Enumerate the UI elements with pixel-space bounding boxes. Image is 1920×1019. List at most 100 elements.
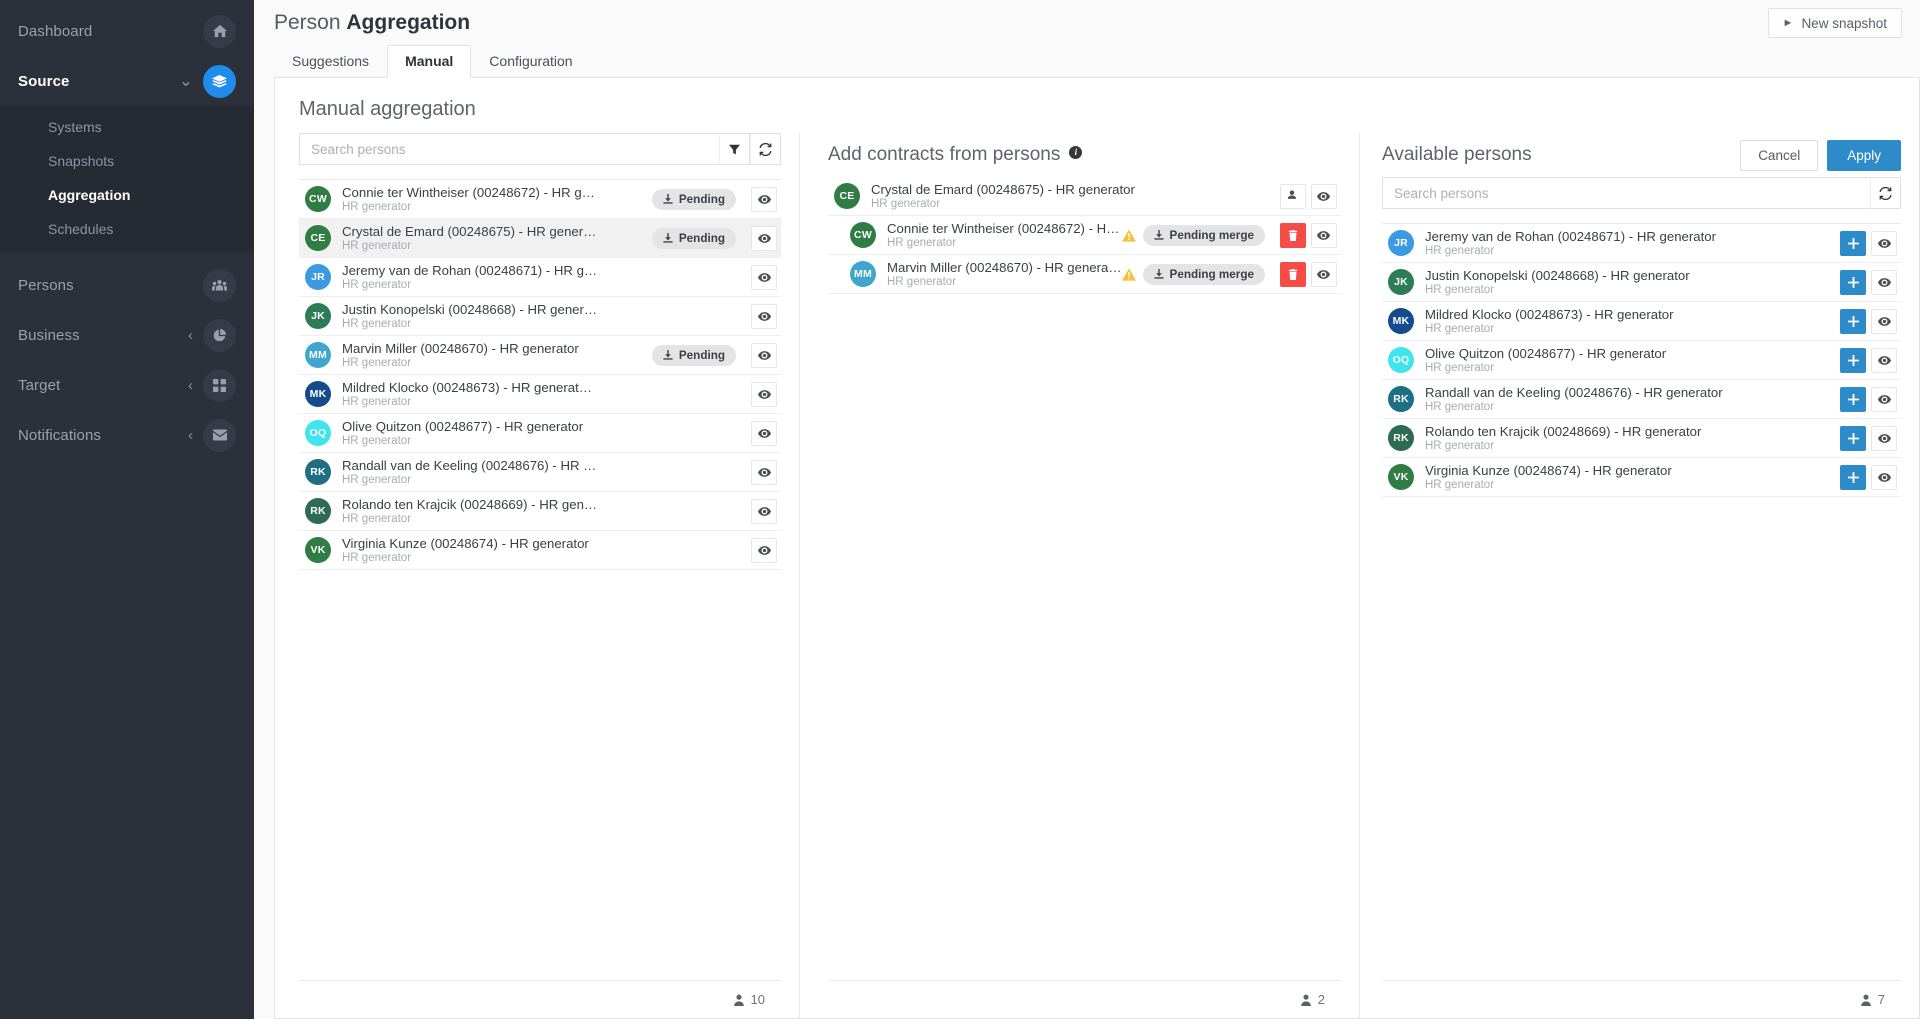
left-list-item[interactable]: RKRandall van de Keeling (00248676) - HR… (299, 453, 781, 492)
row-text: Justin Konopelski (00248668) - HR genera… (1414, 268, 1835, 297)
sidebar-item-label: Notifications (18, 427, 188, 444)
right-list-item[interactable]: RKRandall van de Keeling (00248676) - HR… (1382, 380, 1901, 419)
status-badge: Pending merge (1143, 225, 1265, 246)
left-list-item[interactable]: VKVirginia Kunze (00248674) - HR generat… (299, 531, 781, 570)
avatar: RK (1388, 386, 1414, 412)
filter-icon-button[interactable] (719, 133, 750, 165)
view-person-button[interactable] (751, 538, 777, 563)
left-list-item[interactable]: CWConnie ter Wintheiser (00248672) - HR … (299, 180, 781, 219)
split-person-button[interactable] (1280, 184, 1306, 209)
new-snapshot-button[interactable]: ► New snapshot (1768, 8, 1902, 38)
avatar: CE (834, 183, 860, 209)
right-list-item[interactable]: RKRolando ten Krajcik (00248669) - HR ge… (1382, 419, 1901, 458)
plus-icon (1848, 238, 1859, 249)
left-list-item[interactable]: CECrystal de Emard (00248675) - HR gener… (299, 219, 781, 258)
view-person-button[interactable] (1871, 465, 1897, 490)
row-subtitle: HR generator (887, 275, 1122, 289)
left-list-item[interactable]: JKJustin Konopelski (00248668) - HR gene… (299, 297, 781, 336)
mid-list-item[interactable]: CWConnie ter Wintheiser (00248672) - H…H… (828, 216, 1341, 255)
sidebar-item-persons[interactable]: Persons (0, 260, 254, 310)
remove-contract-button[interactable] (1280, 223, 1306, 248)
tab-configuration[interactable]: Configuration (471, 45, 590, 78)
left-refresh-button[interactable] (750, 133, 781, 165)
add-person-button[interactable] (1840, 426, 1866, 451)
view-person-button[interactable] (1311, 223, 1337, 248)
view-person-button[interactable] (751, 265, 777, 290)
view-person-button[interactable] (751, 499, 777, 524)
row-text: Crystal de Emard (00248675) - HR gener…H… (331, 224, 652, 253)
right-person-list[interactable]: JRJeremy van de Rohan (00248671) - HR ge… (1382, 223, 1901, 980)
sidebar-item-target[interactable]: Target‹ (0, 360, 254, 410)
left-count: 10 (751, 992, 765, 1007)
download-icon (1154, 230, 1164, 240)
right-list-item[interactable]: JRJeremy van de Rohan (00248671) - HR ge… (1382, 224, 1901, 263)
right-refresh-button[interactable] (1870, 177, 1901, 209)
grid-icon (203, 369, 236, 402)
add-person-button[interactable] (1840, 465, 1866, 490)
view-person-button[interactable] (1871, 231, 1897, 256)
right-list-item[interactable]: JKJustin Konopelski (00248668) - HR gene… (1382, 263, 1901, 302)
view-person-button[interactable] (1871, 270, 1897, 295)
mid-person-list[interactable]: CECrystal de Emard (00248675) - HR gener… (828, 177, 1341, 980)
view-person-button[interactable] (751, 187, 777, 212)
add-person-button[interactable] (1840, 231, 1866, 256)
row-text: Virginia Kunze (00248674) - HR generator… (1414, 463, 1835, 492)
left-person-list[interactable]: CWConnie ter Wintheiser (00248672) - HR … (299, 179, 781, 980)
add-person-button[interactable] (1840, 348, 1866, 373)
topbar: Person Aggregation ► New snapshot (254, 0, 1920, 46)
info-icon[interactable]: i (1069, 146, 1082, 159)
row-subtitle: HR generator (1425, 283, 1835, 297)
right-list-item[interactable]: MKMildred Klocko (00248673) - HR generat… (1382, 302, 1901, 341)
view-person-button[interactable] (751, 343, 777, 368)
row-subtitle: HR generator (342, 473, 746, 487)
view-person-button[interactable] (751, 226, 777, 251)
eye-icon (1878, 354, 1891, 367)
row-title: Mildred Klocko (00248673) - HR generat… (342, 380, 746, 395)
add-person-button[interactable] (1840, 309, 1866, 334)
view-person-button[interactable] (1871, 426, 1897, 451)
sidebar-item-business[interactable]: Business‹ (0, 310, 254, 360)
view-person-button[interactable] (1871, 309, 1897, 334)
right-list-item[interactable]: OQOlive Quitzon (00248677) - HR generato… (1382, 341, 1901, 380)
view-person-button[interactable] (751, 304, 777, 329)
row-title: Randall van de Keeling (00248676) - HR … (342, 458, 746, 473)
mid-primary-person-row[interactable]: CECrystal de Emard (00248675) - HR gener… (828, 177, 1341, 216)
submenu-item-snapshots[interactable]: Snapshots (0, 144, 254, 178)
sidebar-item-notifications[interactable]: Notifications‹ (0, 410, 254, 460)
submenu-item-systems[interactable]: Systems (0, 110, 254, 144)
sidebar-item-source[interactable]: Source⌄ (0, 56, 254, 106)
view-person-button[interactable] (1311, 184, 1337, 209)
view-person-button[interactable] (751, 382, 777, 407)
left-list-item[interactable]: MMMarvin Miller (00248670) - HR generato… (299, 336, 781, 375)
apply-button[interactable]: Apply (1827, 140, 1901, 171)
home-icon (203, 15, 236, 48)
submenu-item-aggregation[interactable]: Aggregation (0, 178, 254, 212)
left-search-input[interactable] (299, 133, 719, 165)
view-person-button[interactable] (751, 421, 777, 446)
eye-icon (758, 271, 771, 284)
plus-icon (1848, 277, 1859, 288)
left-list-item[interactable]: JRJeremy van de Rohan (00248671) - HR g…… (299, 258, 781, 297)
submenu-item-schedules[interactable]: Schedules (0, 212, 254, 246)
row-subtitle: HR generator (342, 239, 652, 253)
view-person-button[interactable] (1871, 387, 1897, 412)
tab-manual[interactable]: Manual (387, 45, 471, 78)
main-area: Person Aggregation ► New snapshot Sugges… (254, 0, 1920, 1019)
mid-panel-footer: 2 (828, 980, 1341, 1018)
add-person-button[interactable] (1840, 387, 1866, 412)
view-person-button[interactable] (1871, 348, 1897, 373)
left-list-item[interactable]: RKRolando ten Krajcik (00248669) - HR ge… (299, 492, 781, 531)
mid-list-item[interactable]: MMMarvin Miller (00248670) - HR genera…H… (828, 255, 1341, 294)
avatar: JR (305, 264, 331, 290)
view-person-button[interactable] (751, 460, 777, 485)
view-person-button[interactable] (1311, 262, 1337, 287)
tab-suggestions[interactable]: Suggestions (274, 45, 387, 78)
left-list-item[interactable]: OQOlive Quitzon (00248677) - HR generato… (299, 414, 781, 453)
sidebar-item-dashboard[interactable]: Dashboard (0, 6, 254, 56)
right-search-input[interactable] (1382, 177, 1870, 209)
right-list-item[interactable]: VKVirginia Kunze (00248674) - HR generat… (1382, 458, 1901, 497)
cancel-button[interactable]: Cancel (1740, 140, 1818, 171)
remove-contract-button[interactable] (1280, 262, 1306, 287)
left-list-item[interactable]: MKMildred Klocko (00248673) - HR generat… (299, 375, 781, 414)
add-person-button[interactable] (1840, 270, 1866, 295)
